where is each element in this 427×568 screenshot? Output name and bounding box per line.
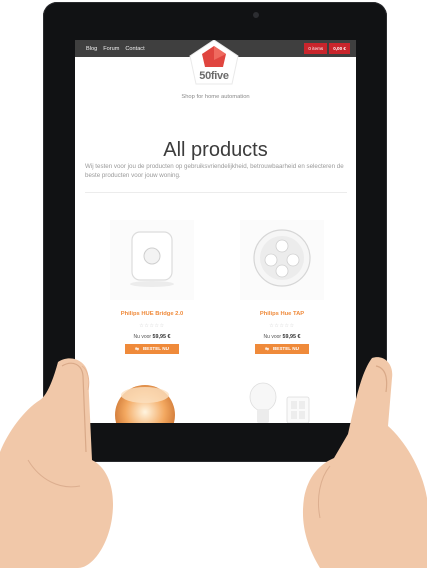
cart-icon: ⇆ [135, 346, 139, 351]
camera-dot [253, 12, 259, 18]
order-now-label: BESTEL NU [142, 346, 169, 351]
cart-summary[interactable]: 0 items 0,00 € [304, 43, 350, 54]
order-now-button[interactable]: ⇆ BESTEL NU [125, 344, 179, 354]
intro-text: Wij testen voor jou de producten op gebr… [85, 163, 344, 180]
price-value: 59,95 € [282, 334, 301, 340]
product-price: Nu voor 59,95 € [97, 334, 207, 340]
cart-count-label: 0 items [308, 46, 324, 51]
rating-stars: ☆☆☆☆☆ [139, 323, 165, 329]
nav-contact[interactable]: Contact [125, 46, 144, 52]
hue-go-lamp-icon [115, 385, 175, 423]
price-value: 59,95 € [152, 334, 171, 340]
product-card: Philips Hue TAP ☆☆☆☆☆ Nu voor 59,95 € ⇆ … [227, 220, 337, 354]
divider [85, 192, 347, 193]
product-card: Philips HUE Bridge 2.0 ☆☆☆☆☆ Nu voor 59,… [97, 220, 207, 354]
product-image-hue-go[interactable] [109, 375, 189, 423]
product-name[interactable]: Philips Hue TAP [227, 311, 337, 317]
nav-forum[interactable]: Forum [103, 46, 119, 52]
page-title: All products [163, 139, 268, 162]
order-now-button[interactable]: ⇆ BESTEL NU [255, 344, 309, 354]
rating-stars: ☆☆☆☆☆ [269, 323, 295, 329]
bulb-and-switch-icon [249, 382, 310, 423]
cart-count[interactable]: 0 items [304, 43, 328, 54]
hue-tap-icon [253, 229, 311, 287]
cart-total[interactable]: 0,00 € [329, 43, 350, 54]
order-now-label: BESTEL NU [272, 346, 299, 351]
product-image-bulb-switch[interactable] [235, 375, 325, 423]
pentagon-logo-icon [189, 40, 239, 85]
nav-blog[interactable]: Blog [86, 46, 97, 52]
product-name[interactable]: Philips HUE Bridge 2.0 [97, 311, 207, 317]
product-image-tap[interactable] [240, 220, 324, 300]
cart-total-value: 0,00 € [333, 46, 346, 51]
product-price: Nu voor 59,95 € [227, 334, 337, 340]
cart-icon: ⇆ [265, 346, 269, 351]
site-logo[interactable]: 50five [186, 40, 242, 92]
tagline: Shop for home automation [181, 94, 250, 100]
top-nav: Blog Forum Contact [86, 40, 145, 57]
hue-bridge-icon [130, 231, 174, 287]
screen: Blog Forum Contact 0 items 0,00 € 50five… [75, 40, 356, 423]
price-prefix: Nu voor [133, 334, 152, 340]
price-prefix: Nu voor [263, 334, 282, 340]
logo-wordmark: 50five [199, 70, 229, 82]
product-image-bridge[interactable] [110, 220, 194, 300]
